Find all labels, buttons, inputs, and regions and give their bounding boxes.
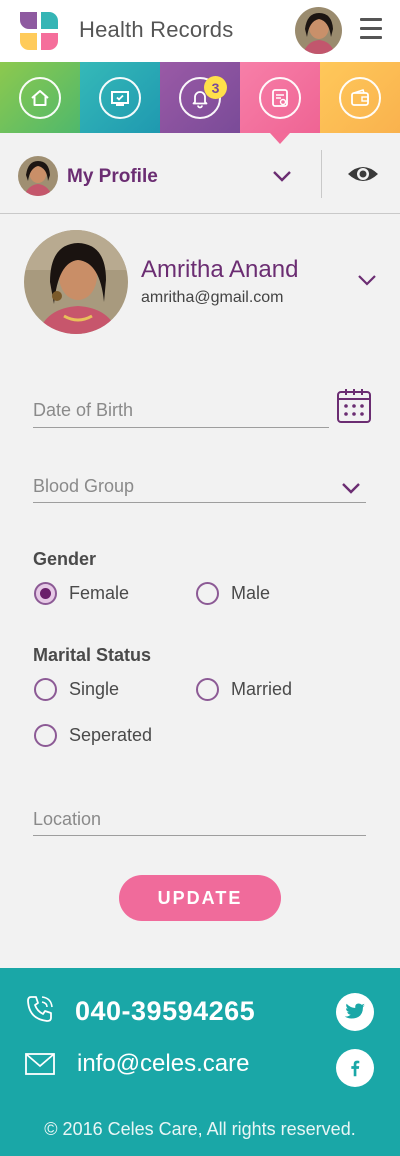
marital-separated-radio[interactable]: Seperated	[34, 724, 152, 747]
date-of-birth-field[interactable]: Date of Birth	[33, 400, 329, 428]
radio-selected-icon	[34, 582, 57, 605]
gender-title: Gender	[33, 549, 97, 569]
monitor-check-icon	[111, 90, 129, 106]
tab-wallet[interactable]	[320, 62, 400, 133]
gender-male-radio[interactable]: Male	[196, 582, 270, 605]
phone-icon	[27, 996, 53, 1022]
radio-empty-icon	[196, 678, 219, 701]
celes-care-logo	[20, 12, 58, 50]
marital-married-radio[interactable]: Married	[196, 678, 292, 701]
tab-home[interactable]	[0, 62, 80, 133]
facebook-icon[interactable]	[336, 1049, 374, 1087]
radio-empty-icon	[34, 724, 57, 747]
marital-status-title: Marital Status	[33, 645, 152, 665]
profile-selector: My Profile	[0, 144, 400, 214]
tab-records[interactable]	[80, 62, 160, 133]
divider	[321, 150, 322, 198]
eye-icon[interactable]	[346, 162, 380, 186]
tab-profile[interactable]	[240, 62, 320, 133]
mail-icon	[25, 1053, 55, 1075]
chevron-down-icon[interactable]	[270, 166, 294, 186]
calendar-icon[interactable]	[336, 387, 372, 425]
update-button[interactable]: UPDATE	[119, 875, 281, 921]
profile-select-label[interactable]: My Profile	[67, 166, 158, 188]
active-tab-pointer	[270, 133, 290, 144]
notification-badge: 3	[204, 76, 227, 99]
footer-phone[interactable]: 040-39594265	[75, 996, 255, 1027]
radio-label: Male	[231, 583, 271, 603]
tab-notifications[interactable]: 3	[160, 62, 240, 133]
chevron-down-icon[interactable]	[355, 270, 379, 290]
gender-female-radio[interactable]: Female	[34, 582, 129, 605]
footer-email[interactable]: info@celes.care	[77, 1050, 249, 1078]
wallet-icon	[351, 88, 369, 106]
footer: 040-39594265 info@celes.care © 2016 Cele…	[0, 968, 400, 1156]
radio-empty-icon	[196, 582, 219, 605]
app-header: Health Records	[0, 0, 400, 62]
location-field[interactable]: Location	[33, 809, 366, 836]
radio-label: Married	[231, 679, 293, 699]
radio-label: Seperated	[69, 725, 153, 745]
home-icon	[31, 89, 49, 106]
twitter-icon[interactable]	[336, 993, 374, 1031]
main-nav: 3	[0, 62, 400, 133]
radio-empty-icon	[34, 678, 57, 701]
app-title: Health Records	[79, 17, 234, 42]
copyright-text: © 2016 Celes Care, All rights reserved.	[44, 1119, 356, 1139]
chevron-down-icon[interactable]	[340, 479, 362, 497]
header-avatar[interactable]	[295, 7, 342, 54]
marital-single-radio[interactable]: Single	[34, 678, 119, 701]
hamburger-menu-icon[interactable]	[360, 18, 382, 42]
user-email: amritha@gmail.com	[141, 289, 284, 306]
radio-label: Female	[69, 583, 130, 603]
user-name: Amritha Anand	[141, 256, 299, 283]
user-avatar[interactable]	[24, 230, 128, 334]
blood-group-select[interactable]: Blood Group	[33, 476, 366, 503]
radio-label: Single	[69, 679, 120, 699]
profile-card-icon	[272, 88, 288, 107]
selected-profile-avatar	[18, 156, 58, 196]
